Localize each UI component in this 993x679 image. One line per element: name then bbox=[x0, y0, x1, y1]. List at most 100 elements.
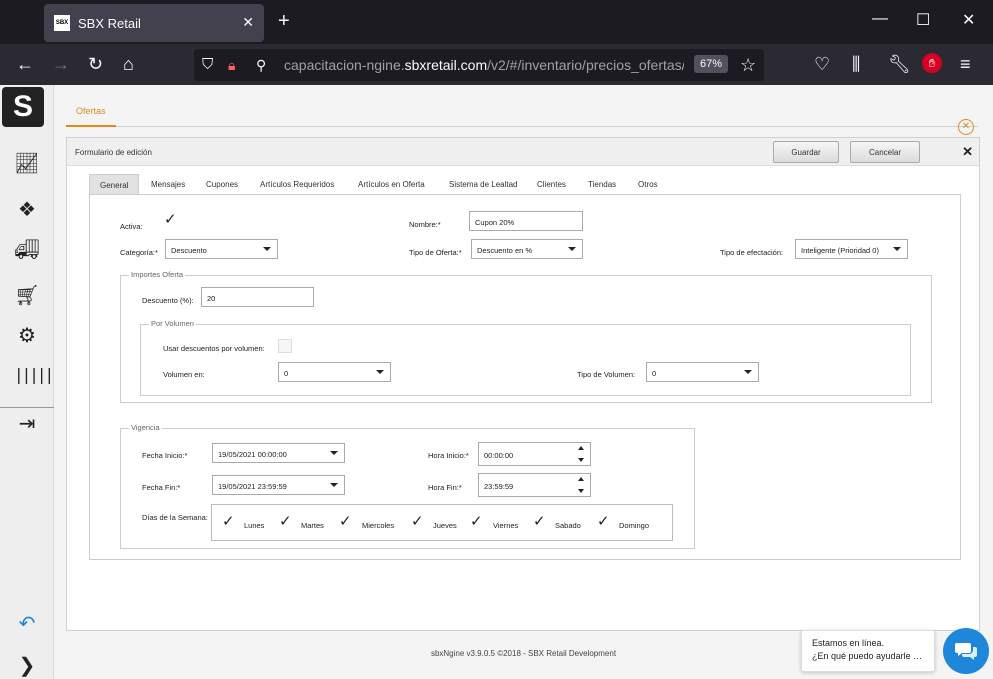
descuento-input[interactable]: 20 bbox=[201, 287, 314, 307]
extension-icon[interactable]: ✋︎ bbox=[922, 53, 942, 73]
home-icon[interactable]: ⌂ bbox=[123, 54, 134, 74]
undo-icon[interactable]: ↶ bbox=[14, 611, 40, 636]
close-icon[interactable]: ✕ bbox=[962, 144, 973, 160]
sabado-label: Sabado bbox=[555, 521, 581, 530]
categoria-select[interactable]: Descuento bbox=[165, 239, 278, 259]
app-sidebar: S 📈︎ ❖ 🚚︎ 🛒︎ ⚙ |||||| ⇥ ↶ ❯ bbox=[0, 85, 62, 679]
miercoles-checkbox[interactable]: ✓ bbox=[339, 514, 355, 531]
descuento-label: Descuento (%): bbox=[142, 296, 194, 305]
close-page-icon[interactable]: ✕ bbox=[958, 119, 974, 135]
browser-navbar: ← → ↻ ⌂ ⛉ 🔒︎ ⚲ capacitacion-ngine.sbxret… bbox=[0, 44, 993, 85]
page-tabs: Ofertas ✕ bbox=[66, 101, 978, 135]
bookmark-star-icon[interactable]: ☆ bbox=[740, 55, 756, 75]
spin-up-icon[interactable] bbox=[578, 477, 584, 481]
expand-icon[interactable]: ❯ bbox=[14, 653, 40, 678]
chevron-down-icon bbox=[744, 370, 752, 374]
panel-title: Formulario de edición bbox=[75, 148, 152, 157]
chevron-down-icon bbox=[568, 247, 576, 251]
chat-button[interactable] bbox=[943, 628, 989, 674]
url-bar[interactable]: ⛉ 🔒︎ ⚲ capacitacion-ngine.sbxretail.com/… bbox=[194, 49, 764, 81]
close-window-icon[interactable]: ✕ bbox=[962, 10, 975, 30]
shield-icon[interactable]: ⛉ bbox=[202, 55, 213, 75]
new-tab-icon[interactable]: + bbox=[278, 10, 290, 33]
reload-icon[interactable]: ↻ bbox=[88, 54, 103, 74]
browser-tab[interactable]: SBX SBX Retail ✕ bbox=[44, 4, 264, 42]
chevron-down-icon bbox=[263, 247, 271, 251]
activa-label: Activa: bbox=[120, 222, 143, 231]
jueves-checkbox[interactable]: ✓ bbox=[411, 514, 427, 531]
tab-otros[interactable]: Otros bbox=[638, 174, 658, 194]
url-text[interactable]: capacitacion-ngine.sbxretail.com/v2/#/in… bbox=[284, 57, 684, 73]
nombre-label: Nombre:* bbox=[409, 220, 441, 229]
lunes-checkbox[interactable]: ✓ bbox=[222, 514, 238, 531]
barcode-icon[interactable]: |||||| bbox=[14, 365, 62, 384]
lunes-label: Lunes bbox=[244, 521, 265, 530]
favicon: SBX bbox=[54, 15, 70, 31]
library-icon[interactable]: ⫼ bbox=[852, 54, 860, 74]
lock-icon[interactable]: 🔒︎ bbox=[228, 55, 235, 75]
save-button[interactable]: Guardar bbox=[773, 141, 839, 163]
chart-icon[interactable]: 📈︎ bbox=[14, 151, 40, 176]
logout-icon[interactable]: ⇥ bbox=[14, 411, 40, 436]
dias-group: ✓ Lunes ✓ Martes ✓ Miercoles ✓ Jueves ✓ … bbox=[211, 504, 673, 541]
tipo-efectacion-select[interactable]: Inteligente (Prioridad 0) bbox=[795, 239, 908, 259]
chevron-down-icon bbox=[330, 451, 338, 455]
hora-fin-spinner[interactable]: 23:59:59 bbox=[478, 473, 591, 497]
domingo-checkbox[interactable]: ✓ bbox=[597, 514, 613, 531]
tab-ofertas[interactable]: Ofertas bbox=[66, 101, 116, 127]
wrench-icon[interactable]: 🔧︎ bbox=[888, 54, 911, 74]
minimize-icon[interactable]: — bbox=[872, 10, 888, 28]
sidebar-divider bbox=[0, 407, 54, 408]
martes-checkbox[interactable]: ✓ bbox=[279, 514, 295, 531]
form-body: Activa: ✓ Nombre:* Cupon 20% Categoría:*… bbox=[89, 194, 961, 560]
tab-cupones[interactable]: Cupones bbox=[206, 174, 238, 194]
tipo-oferta-select[interactable]: Descuento en % bbox=[471, 239, 583, 259]
hora-fin-label: Hora Fin:* bbox=[428, 483, 462, 492]
fecha-inicio-picker[interactable]: 19/05/2021 00:00:00 bbox=[212, 443, 345, 463]
forward-icon[interactable]: → bbox=[52, 54, 70, 74]
tab-tiendas[interactable]: Tiendas bbox=[588, 174, 616, 194]
tab-articulos-requeridos[interactable]: Artículos Requeridos bbox=[260, 174, 334, 194]
spin-down-icon[interactable] bbox=[578, 489, 584, 493]
tab-title: SBX Retail bbox=[78, 15, 141, 31]
volumen-en-label: Volumen en: bbox=[163, 370, 205, 379]
cart-icon[interactable]: 🛒︎ bbox=[14, 283, 40, 308]
back-icon[interactable]: ← bbox=[16, 54, 34, 74]
tab-clientes[interactable]: Clientes bbox=[537, 174, 566, 194]
browser-titlebar: SBX SBX Retail ✕ + — ☐ ✕ bbox=[0, 0, 993, 44]
dropbox-icon[interactable]: ❖ bbox=[14, 197, 40, 222]
chat-status: Estamos en línea. bbox=[812, 638, 885, 648]
gear-icon[interactable]: ⚙ bbox=[14, 323, 40, 348]
fecha-fin-picker[interactable]: 19/05/2021 23:59:59 bbox=[212, 475, 345, 495]
nombre-input[interactable]: Cupon 20% bbox=[469, 211, 583, 231]
menu-icon[interactable]: ≡ bbox=[960, 54, 971, 74]
tab-mensajes[interactable]: Mensajes bbox=[151, 174, 185, 194]
volumen-en-select[interactable]: 0 bbox=[278, 362, 391, 382]
hora-inicio-spinner[interactable]: 00:00:00 bbox=[478, 442, 591, 466]
importes-fieldset: Importes Oferta Descuento (%): 20 Por Vo… bbox=[120, 270, 932, 403]
maximize-icon[interactable]: ☐ bbox=[916, 10, 930, 30]
tab-articulos-en-oferta[interactable]: Artículos en Oferta bbox=[358, 174, 425, 194]
tab-sistema-lealtad[interactable]: Sistema de Lealtad bbox=[449, 174, 518, 194]
tipo-volumen-select[interactable]: 0 bbox=[646, 362, 759, 382]
cancel-button[interactable]: Cancelar bbox=[850, 141, 920, 163]
permissions-icon[interactable]: ⚲ bbox=[256, 55, 266, 75]
pocket-icon[interactable]: ♡ bbox=[814, 54, 830, 74]
viernes-checkbox[interactable]: ✓ bbox=[470, 514, 486, 531]
volumen-fieldset: Por Volumen Usar descuentos por volumen:… bbox=[140, 319, 911, 396]
close-tab-icon[interactable]: ✕ bbox=[242, 14, 254, 31]
spin-down-icon[interactable] bbox=[578, 458, 584, 462]
usar-volumen-checkbox[interactable] bbox=[278, 339, 292, 353]
sabado-checkbox[interactable]: ✓ bbox=[533, 514, 549, 531]
tipo-efectacion-label: Tipo de efectación: bbox=[720, 248, 784, 257]
viernes-label: Viernes bbox=[493, 521, 519, 530]
spin-up-icon[interactable] bbox=[578, 446, 584, 450]
tab-general[interactable]: General bbox=[89, 174, 140, 194]
chat-prompt: ¿En qué puedo ayudarle ho... bbox=[812, 651, 924, 661]
chat-bubble[interactable]: Estamos en línea. ¿En qué puedo ayudarle… bbox=[801, 630, 935, 672]
truck-icon[interactable]: 🚚︎ bbox=[14, 237, 40, 262]
app-logo[interactable]: S bbox=[2, 87, 44, 127]
activa-checkbox[interactable]: ✓ bbox=[164, 212, 180, 229]
zoom-level[interactable]: 67% bbox=[694, 55, 729, 73]
domingo-label: Domingo bbox=[619, 521, 650, 530]
